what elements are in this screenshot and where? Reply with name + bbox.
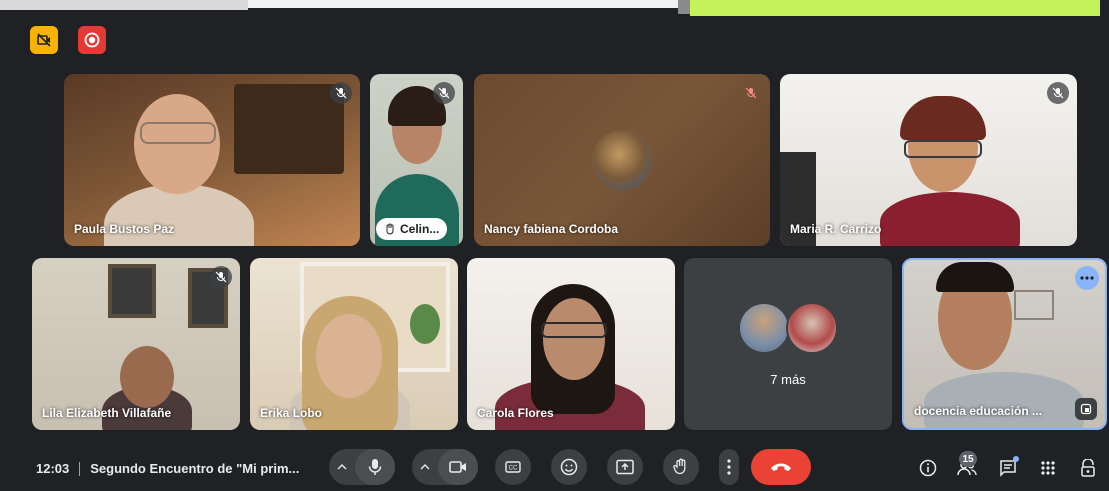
raise-hand-button[interactable] [663, 449, 699, 485]
host-controls-icon [1081, 459, 1095, 477]
person-head [543, 298, 605, 380]
more-participants-label: 7 más [770, 372, 806, 387]
mic-icon [368, 459, 382, 475]
participant-tile[interactable]: Paula Bustos Paz [64, 74, 360, 246]
participant-name: Nancy fabiana Cordoba [484, 222, 619, 236]
unread-indicator [1013, 456, 1019, 462]
meeting-title: Segundo Encuentro de "Mi prim... [90, 461, 300, 476]
background-window-strip [0, 0, 248, 10]
glasses [904, 140, 982, 158]
glasses [140, 122, 216, 144]
person-head [134, 94, 220, 194]
svg-text:CC: CC [509, 466, 518, 472]
person-body [880, 192, 1020, 246]
muted-mic-icon [433, 82, 455, 104]
camera-icon [449, 461, 466, 473]
present-button[interactable] [607, 449, 643, 485]
control-bar: 12:03 Segundo Encuentro de "Mi prim... C… [0, 444, 1109, 491]
participant-name: Carola Flores [477, 406, 554, 420]
reactions-button[interactable] [551, 449, 587, 485]
leave-call-button[interactable] [751, 449, 811, 485]
background-green-window [690, 0, 1100, 16]
wall-frame [1014, 290, 1054, 320]
wall-frame [108, 264, 156, 318]
tile-options-button[interactable] [1075, 266, 1099, 290]
captions-icon: CC [505, 461, 521, 473]
raise-hand-icon [673, 458, 686, 475]
more-participants-tile[interactable]: 7 más [684, 258, 892, 430]
mic-button[interactable] [355, 449, 395, 485]
info-icon [919, 459, 937, 477]
background-window-strip [248, 0, 678, 8]
people-count-badge: 15 [959, 451, 977, 467]
background-cabinet [234, 84, 344, 174]
participant-tile[interactable]: Maria R. Carrizo [780, 74, 1077, 246]
chat-button[interactable] [994, 454, 1022, 482]
captions-button[interactable]: CC [495, 449, 531, 485]
people-button[interactable]: 15 [953, 451, 981, 482]
present-icon [616, 459, 634, 475]
activities-icon [1041, 461, 1055, 475]
participant-tile[interactable]: docencia educación ... [902, 258, 1107, 430]
divider [79, 461, 81, 476]
end-call-icon [771, 463, 791, 471]
activities-button[interactable] [1034, 454, 1062, 482]
chevron-up-icon[interactable] [412, 449, 438, 485]
camera-button[interactable] [438, 449, 478, 485]
participant-avatar [738, 302, 790, 354]
more-options-button[interactable] [719, 449, 739, 485]
muted-mic-icon [1047, 82, 1069, 104]
participant-name: Maria R. Carrizo [790, 222, 882, 236]
participant-tile[interactable]: Nancy fabiana Cordoba [474, 74, 770, 246]
emoji-icon [560, 458, 578, 476]
muted-mic-icon [740, 82, 762, 104]
mic-control [329, 449, 395, 485]
participant-tile[interactable]: Celin... [370, 74, 463, 246]
background-plant [410, 304, 440, 344]
participant-name: Paula Bustos Paz [74, 222, 175, 236]
hair [900, 96, 986, 140]
participant-name: docencia educación ... [914, 404, 1043, 418]
person-head [316, 314, 382, 398]
participant-avatar [786, 302, 838, 354]
recording-icon[interactable] [78, 26, 106, 54]
more-horizontal-icon [1080, 276, 1094, 280]
participant-tile[interactable]: Carola Flores [467, 258, 675, 430]
participant-tile[interactable]: Lila Elizabeth Villafañe [32, 258, 240, 430]
person-head [120, 346, 174, 408]
expand-icon[interactable] [1075, 398, 1097, 420]
meet-window: Paula Bustos Paz Celin... Nancy fabiana … [0, 0, 1109, 491]
raised-hand-badge: Celin... [376, 218, 448, 240]
muted-mic-icon [210, 266, 232, 288]
no-video-badge-icon[interactable] [30, 26, 58, 54]
host-controls-button[interactable] [1074, 454, 1102, 482]
background-window-edge [678, 0, 690, 14]
meeting-time: 12:03 [36, 461, 70, 476]
meeting-details: 12:03 Segundo Encuentro de "Mi prim... [36, 461, 299, 476]
person-body [924, 372, 1084, 428]
hair [936, 262, 1014, 292]
raise-hand-icon [386, 223, 394, 235]
more-options-icon [727, 459, 731, 475]
chevron-up-icon[interactable] [329, 449, 355, 485]
meeting-info-button[interactable] [914, 454, 942, 482]
participant-avatar [592, 130, 652, 190]
participant-name: Erika Lobo [260, 406, 323, 420]
camera-control [412, 449, 478, 485]
participant-name: Lila Elizabeth Villafañe [42, 406, 172, 420]
participant-tile[interactable]: Erika Lobo [250, 258, 458, 430]
glasses [541, 322, 607, 338]
participant-name: Celin... [400, 222, 440, 236]
muted-mic-icon [330, 82, 352, 104]
